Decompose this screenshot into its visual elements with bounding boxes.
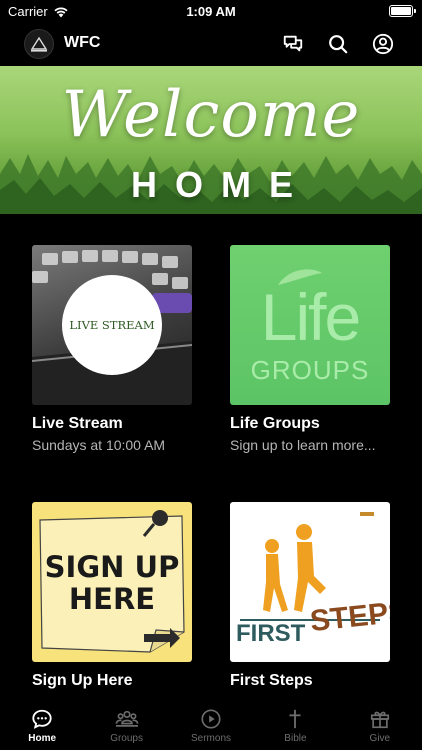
banner-script-text: Welcome [61,78,361,152]
tile-live-stream[interactable]: LIVE STREAM Live Stream Sundays at 10:00… [32,245,192,453]
tab-bible[interactable]: Bible [253,700,337,750]
life-groups-image-text-top: Life [260,280,361,354]
tile-life-groups[interactable]: Life GROUPS Life Groups Sign up to learn… [230,245,390,453]
life-groups-image-text-bottom: GROUPS [250,355,370,385]
tile-sign-up-here[interactable]: SIGN UP HERE Sign Up Here [32,502,192,690]
tile-title: First Steps [230,672,313,689]
live-stream-image-text: LIVE STREAM [69,318,155,332]
chat-bubble-icon [32,709,52,729]
tab-give[interactable]: Give [338,700,422,750]
tab-home[interactable]: Home [0,700,84,750]
tab-label: Sermons [191,733,232,744]
sign-up-thumbnail: SIGN UP HERE [32,502,192,662]
first-steps-thumbnail: FIRST STEPS [230,502,390,662]
gift-icon [370,711,389,729]
battery-icon [389,5,416,17]
tab-label: Give [369,733,391,744]
sign-up-image-text-bottom: HERE [68,582,156,616]
chat-bubbles-icon[interactable] [281,32,305,56]
tile-first-steps[interactable]: FIRST STEPS First Steps [230,502,390,690]
life-groups-thumbnail: Life GROUPS [230,245,390,405]
tile-title: Sign Up Here [32,672,133,689]
app-header: WFC [0,24,422,64]
logo-mark-icon [30,36,48,52]
tile-title: Live Stream [32,415,123,432]
tab-groups[interactable]: Groups [84,700,168,750]
status-time: 1:09 AM [186,4,236,19]
church-logo[interactable] [24,29,54,59]
play-circle-icon [201,709,221,729]
groups-icon [115,710,138,727]
account-icon[interactable] [371,32,395,56]
status-bar: Carrier 1:09 AM [0,0,422,24]
welcome-banner[interactable]: Welcome HOME [0,66,422,214]
tab-sermons[interactable]: Sermons [169,700,253,750]
live-stream-thumbnail: LIVE STREAM [32,245,192,405]
search-icon[interactable] [326,32,350,56]
tab-label: Home [28,733,57,744]
tile-title: Life Groups [230,415,320,432]
tile-subtitle: Sign up to learn more... [230,437,376,453]
banner-subtitle: HOME [131,164,311,205]
first-steps-image-text-left: FIRST [236,620,306,647]
cross-icon [289,709,301,729]
tab-label: Groups [110,733,143,744]
app-title: WFC [64,34,101,51]
sign-up-image-text-top: SIGN UP [44,550,180,584]
tab-label: Bible [284,733,307,744]
tab-bar: Home Groups Sermons Bible Give [0,700,422,750]
tile-subtitle: Sundays at 10:00 AM [32,437,166,453]
